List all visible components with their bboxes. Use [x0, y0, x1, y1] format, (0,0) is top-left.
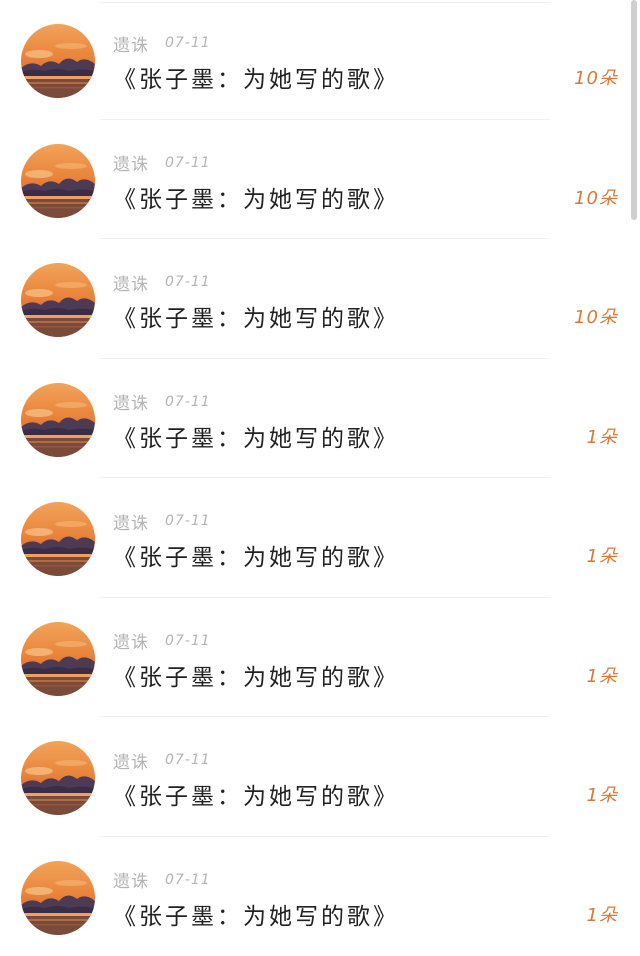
list-item[interactable]: 遗诛 07-11 《张子墨：为她写的歌》 10朵: [0, 0, 640, 120]
sunset-avatar-icon[interactable]: [21, 502, 95, 576]
post-date: 07-11: [165, 872, 211, 888]
author-name[interactable]: 遗诛: [113, 748, 149, 773]
item-meta: 遗诛 07-11: [113, 630, 211, 652]
author-name[interactable]: 遗诛: [113, 867, 149, 892]
list-item[interactable]: 遗诛 07-11 《张子墨：为她写的歌》 1朵: [0, 359, 640, 479]
sunset-avatar-icon[interactable]: [21, 383, 95, 457]
list-item[interactable]: 遗诛 07-11 《张子墨：为她写的歌》 10朵: [0, 120, 640, 240]
sunset-avatar-icon[interactable]: [21, 263, 95, 337]
post-date: 07-11: [165, 394, 211, 410]
item-meta: 遗诛 07-11: [113, 152, 211, 174]
song-title[interactable]: 《张子墨：为她写的歌》: [113, 180, 399, 214]
post-date: 07-11: [165, 752, 211, 768]
flower-count: 1朵: [587, 781, 618, 807]
post-date: 07-11: [165, 35, 211, 51]
song-title[interactable]: 《张子墨：为她写的歌》: [113, 897, 399, 931]
sunset-avatar-icon[interactable]: [21, 24, 95, 98]
song-title[interactable]: 《张子墨：为她写的歌》: [113, 419, 399, 453]
song-title[interactable]: 《张子墨：为她写的歌》: [113, 60, 399, 94]
gift-list: 遗诛 07-11 《张子墨：为她写的歌》 10朵 遗诛 07-11 《张子墨：为…: [0, 0, 640, 956]
list-item[interactable]: 遗诛 07-11 《张子墨：为她写的歌》 1朵: [0, 717, 640, 837]
author-name[interactable]: 遗诛: [113, 509, 149, 534]
flower-count: 1朵: [587, 542, 618, 568]
author-name[interactable]: 遗诛: [113, 150, 149, 175]
list-item[interactable]: 遗诛 07-11 《张子墨：为她写的歌》 1朵: [0, 478, 640, 598]
song-title[interactable]: 《张子墨：为她写的歌》: [113, 658, 399, 692]
list-item[interactable]: 遗诛 07-11 《张子墨：为她写的歌》 1朵: [0, 837, 640, 956]
flower-count: 1朵: [587, 901, 618, 927]
list-item[interactable]: 遗诛 07-11 《张子墨：为她写的歌》 10朵: [0, 239, 640, 359]
flower-count: 10朵: [574, 64, 618, 90]
author-name[interactable]: 遗诛: [113, 31, 149, 56]
sunset-avatar-icon[interactable]: [21, 622, 95, 696]
post-date: 07-11: [165, 633, 211, 649]
song-title[interactable]: 《张子墨：为她写的歌》: [113, 538, 399, 572]
flower-count: 10朵: [574, 184, 618, 210]
post-date: 07-11: [165, 155, 211, 171]
song-title[interactable]: 《张子墨：为她写的歌》: [113, 299, 399, 333]
scrollbar[interactable]: [631, 0, 637, 220]
item-meta: 遗诛 07-11: [113, 749, 211, 771]
item-meta: 遗诛 07-11: [113, 271, 211, 293]
post-date: 07-11: [165, 513, 211, 529]
item-meta: 遗诛 07-11: [113, 391, 211, 413]
author-name[interactable]: 遗诛: [113, 270, 149, 295]
post-date: 07-11: [165, 274, 211, 290]
sunset-avatar-icon[interactable]: [21, 741, 95, 815]
song-title[interactable]: 《张子墨：为她写的歌》: [113, 777, 399, 811]
flower-count: 1朵: [587, 423, 618, 449]
sunset-avatar-icon[interactable]: [21, 861, 95, 935]
item-meta: 遗诛 07-11: [113, 510, 211, 532]
author-name[interactable]: 遗诛: [113, 389, 149, 414]
item-meta: 遗诛 07-11: [113, 869, 211, 891]
author-name[interactable]: 遗诛: [113, 628, 149, 653]
sunset-avatar-icon[interactable]: [21, 144, 95, 218]
list-item[interactable]: 遗诛 07-11 《张子墨：为她写的歌》 1朵: [0, 598, 640, 718]
item-meta: 遗诛 07-11: [113, 32, 211, 54]
flower-count: 10朵: [574, 303, 618, 329]
flower-count: 1朵: [587, 662, 618, 688]
